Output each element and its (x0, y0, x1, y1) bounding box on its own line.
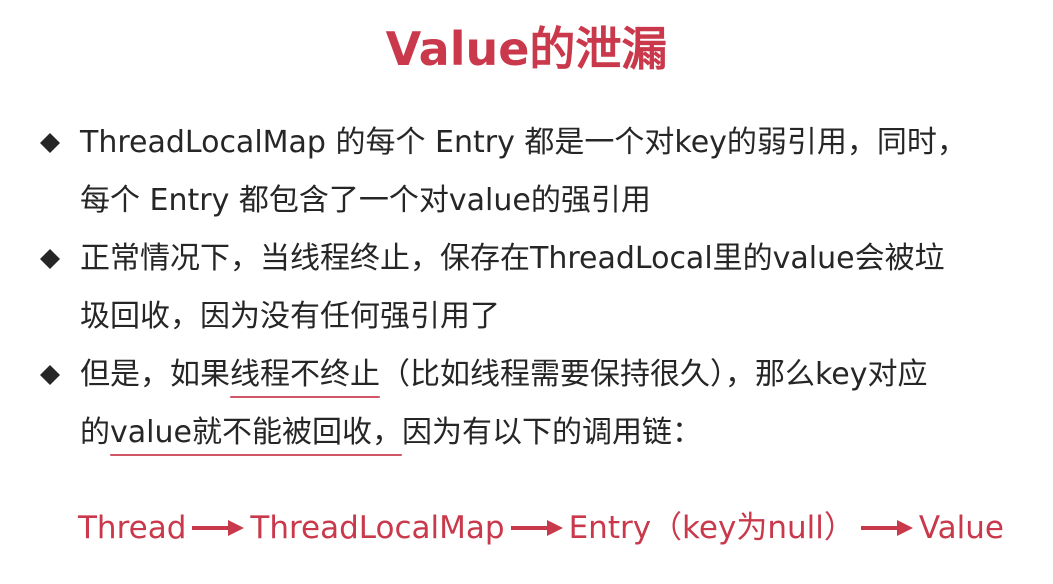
bullet-list: ThreadLocalMap 的每个 Entry 都是一个对key的弱引用，同时… (36, 114, 1026, 462)
right-arrow-icon (860, 520, 913, 536)
bullet-text-line: 正常情况下，当线程终止，保存在ThreadLocal里的value会被垃 (80, 241, 945, 276)
bullet-text-line: 的value就不能被回收，因为有以下的调用链： (80, 404, 1026, 462)
chain-node-thread: Thread (78, 510, 187, 546)
diamond-icon (40, 365, 60, 385)
right-arrow-icon (192, 520, 245, 536)
bullet-text-line: 圾回收，因为没有任何强引用了 (80, 299, 500, 334)
diamond-icon (40, 133, 60, 153)
right-arrow-icon (510, 520, 563, 536)
bullet-item: ThreadLocalMap 的每个 Entry 都是一个对key的弱引用，同时… (36, 114, 1026, 230)
chain-node-entry: Entry（key为null） (568, 510, 855, 546)
bullet-item: 但是，如果线程不终止（比如线程需要保持很久），那么key对应 的value就不能… (36, 346, 1026, 462)
bullet-text-line: ThreadLocalMap 的每个 Entry 都是一个对key的弱引用，同时… (80, 125, 967, 160)
underlined-text: value就不能被回收， (110, 415, 402, 450)
bullet-text-segment: 的 (80, 415, 110, 450)
bullet-text-segment: 因为有以下的调用链： (401, 415, 702, 450)
bullet-text-line: 每个 Entry 都包含了一个对value的强引用 (80, 183, 651, 218)
bullet-text-segment: 但是，如果 (80, 357, 230, 392)
diamond-icon (40, 249, 60, 269)
bullet-item: 正常情况下，当线程终止，保存在ThreadLocal里的value会被垃 圾回收… (36, 230, 1026, 346)
underlined-text: 线程不终止 (230, 357, 380, 392)
bullet-text-segment: （比如线程需要保持很久），那么key对应 (380, 357, 928, 392)
chain-node-value: Value (918, 510, 1004, 546)
bullet-text-line: 但是，如果线程不终止（比如线程需要保持很久），那么key对应 (80, 346, 1026, 404)
slide-title: Value的泄漏 (385, 22, 668, 76)
chain-node-threadlocalmap: ThreadLocalMap (250, 510, 505, 546)
reference-chain: Thread ThreadLocalMap Entry（key为null） Va… (78, 500, 1004, 556)
